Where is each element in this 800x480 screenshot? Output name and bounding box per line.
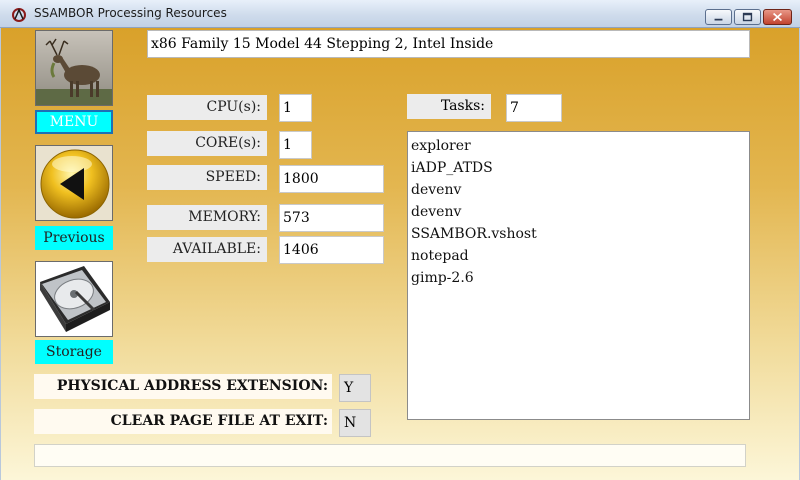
clear-pagefile-label: CLEAR PAGE FILE AT EXIT:	[34, 409, 332, 434]
list-item[interactable]: notepad	[411, 245, 749, 267]
list-item[interactable]: devenv	[411, 179, 749, 201]
clear-pagefile-value-field[interactable]: N	[339, 409, 371, 437]
close-button[interactable]	[763, 9, 792, 25]
list-item[interactable]: explorer	[411, 135, 749, 157]
hard-drive-icon	[36, 262, 112, 336]
back-arrow-icon	[36, 146, 112, 220]
close-icon	[772, 12, 783, 22]
task-list[interactable]: explorer iADP_ATDS devenv devenv SSAMBOR…	[407, 131, 750, 420]
tasks-label: Tasks:	[407, 94, 491, 119]
minimize-icon	[714, 18, 723, 21]
pae-label: PHYSICAL ADDRESS EXTENSION:	[34, 374, 332, 399]
window-title: SSAMBOR Processing Resources	[34, 6, 227, 20]
maximize-button[interactable]	[734, 9, 761, 25]
memory-value-field[interactable]: 573	[279, 204, 384, 232]
cpus-label: CPU(s):	[147, 95, 267, 120]
list-item[interactable]: gimp-2.6	[411, 267, 749, 289]
previous-label[interactable]: Previous	[35, 226, 113, 250]
available-value-field[interactable]: 1406	[279, 236, 384, 264]
cpus-value-field[interactable]: 1	[279, 94, 312, 122]
cores-label: CORE(s):	[147, 131, 267, 156]
storage-label[interactable]: Storage	[35, 340, 113, 364]
storage-tile[interactable]	[35, 261, 113, 337]
memory-label: MEMORY:	[147, 205, 267, 230]
available-label: AVAILABLE:	[147, 237, 267, 262]
speed-label: SPEED:	[147, 165, 267, 190]
app-window: SSAMBOR Processing Resources MENU Previo…	[0, 0, 800, 480]
client-area: MENU Previous Storage x86 Family 15 Mode…	[0, 28, 800, 480]
menu-tile[interactable]	[35, 30, 113, 106]
speed-value-field[interactable]: 1800	[279, 165, 384, 193]
app-icon	[12, 8, 26, 22]
status-bar	[34, 444, 746, 467]
cpu-name-field[interactable]: x86 Family 15 Model 44 Stepping 2, Intel…	[147, 30, 750, 58]
title-bar[interactable]: SSAMBOR Processing Resources	[0, 0, 800, 28]
maximize-icon	[742, 12, 753, 22]
list-item[interactable]: devenv	[411, 201, 749, 223]
minimize-button[interactable]	[705, 9, 732, 25]
previous-tile[interactable]	[35, 145, 113, 221]
menu-label[interactable]: MENU	[35, 110, 113, 134]
pae-value-field[interactable]: Y	[339, 374, 371, 402]
tasks-count-field[interactable]: 7	[506, 94, 562, 122]
list-item[interactable]: iADP_ATDS	[411, 157, 749, 179]
cores-value-field[interactable]: 1	[279, 131, 312, 159]
list-item[interactable]: SSAMBOR.vshost	[411, 223, 749, 245]
deer-photo-icon	[36, 31, 112, 105]
